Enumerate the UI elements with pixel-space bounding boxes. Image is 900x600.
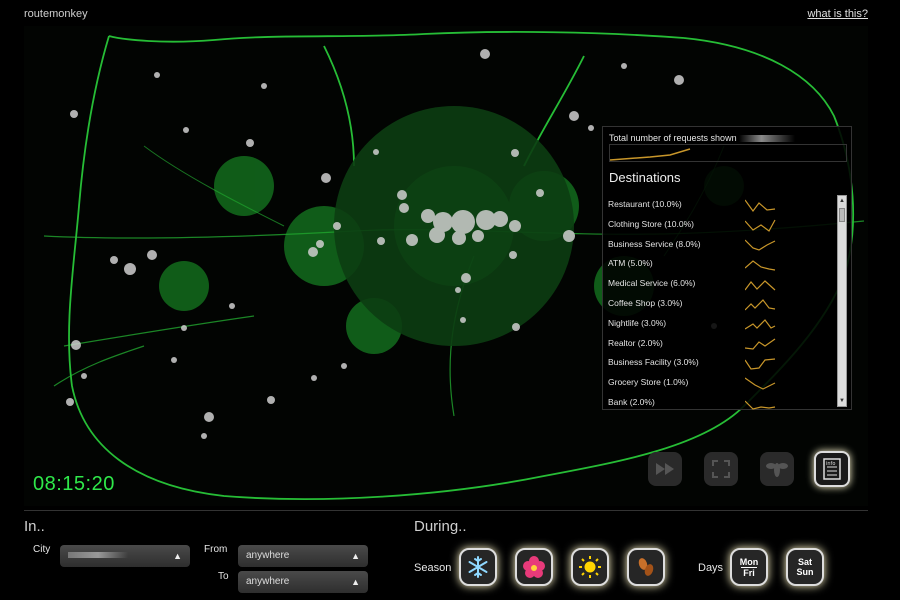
sparkline — [745, 260, 776, 271]
sparkline — [745, 280, 776, 291]
destinations-title: Destinations — [609, 170, 681, 185]
list-item[interactable]: Medical Service (6.0%) — [607, 274, 829, 294]
sparkline — [745, 358, 776, 371]
destinations-scrollbar[interactable]: ▲ ▼ — [837, 195, 847, 407]
scroll-up-icon[interactable]: ▲ — [838, 196, 846, 206]
list-item[interactable]: Business Facility (3.0%) — [607, 353, 829, 373]
bee-button[interactable] — [760, 452, 794, 486]
from-label: From — [204, 544, 228, 555]
weekend-text: Sat Sun — [796, 557, 814, 577]
list-item[interactable]: Coffee Shop (3.0%) — [607, 294, 829, 314]
city-label: City — [33, 544, 51, 555]
total-requests-value — [738, 135, 795, 143]
list-item[interactable]: Restaurant (10.0%) — [607, 195, 829, 215]
app-title: routemonkey — [24, 8, 88, 20]
spring-button[interactable] — [515, 548, 553, 586]
list-item[interactable]: ATM (5.0%) — [607, 254, 829, 274]
to-dropdown[interactable]: anywhere ▲ — [238, 571, 368, 593]
info-button[interactable]: info — [814, 451, 850, 487]
clock-display: 08:15:20 — [33, 473, 115, 495]
fast-forward-icon — [656, 463, 674, 475]
divider — [24, 510, 868, 511]
dropdown-arrow-icon: ▲ — [351, 577, 360, 587]
snowflake-icon — [468, 556, 488, 578]
stats-panel: Total number of requests shown Destinati… — [602, 126, 852, 410]
autumn-button[interactable] — [627, 548, 665, 586]
summer-button[interactable] — [571, 548, 609, 586]
sparkline — [745, 338, 776, 350]
sparkline — [745, 400, 776, 410]
sparkline — [745, 199, 776, 213]
winter-button[interactable] — [459, 548, 497, 586]
flower-icon — [523, 556, 545, 578]
dropdown-arrow-icon: ▲ — [351, 551, 360, 561]
time-section-title: During.. — [414, 518, 467, 535]
to-label: To — [218, 571, 229, 582]
total-requests-label: Total number of requests shown — [609, 133, 795, 143]
location-section-title: In.. — [24, 518, 45, 535]
list-item[interactable]: Nightlife (3.0%) — [607, 314, 829, 334]
sun-icon — [579, 556, 601, 578]
weekday-button[interactable]: Mon Fri — [730, 548, 768, 586]
fullscreen-button[interactable] — [704, 452, 738, 486]
weekend-button[interactable]: Sat Sun — [786, 548, 824, 586]
from-dropdown[interactable]: anywhere ▲ — [238, 545, 368, 567]
city-dropdown[interactable]: ▲ — [60, 545, 190, 567]
list-item[interactable]: Clothing Store (10.0%) — [607, 215, 829, 235]
sparkline — [745, 239, 776, 251]
svg-text:info: info — [826, 461, 835, 467]
dropdown-arrow-icon: ▲ — [173, 551, 182, 561]
days-label: Days — [698, 562, 724, 574]
fullscreen-icon — [712, 460, 730, 478]
sparkline — [745, 219, 776, 232]
total-requests-sparkline — [609, 144, 847, 162]
about-link[interactable]: what is this? — [807, 8, 868, 20]
list-item[interactable]: Business Service (8.0%) — [607, 235, 829, 255]
bee-icon — [766, 463, 788, 477]
sparkline — [745, 318, 776, 330]
weekday-text: Mon Fri — [739, 556, 759, 578]
sparkline — [745, 299, 776, 311]
info-icon: info — [823, 458, 841, 480]
leaves-icon — [638, 558, 654, 576]
sparkline — [745, 377, 776, 390]
list-item[interactable]: Grocery Store (1.0%) — [607, 373, 829, 393]
scroll-down-icon[interactable]: ▼ — [838, 396, 846, 406]
list-item[interactable]: Realtor (2.0%) — [607, 334, 829, 354]
scroll-thumb[interactable] — [839, 208, 845, 222]
fast-forward-button[interactable] — [648, 452, 682, 486]
season-label: Season — [414, 562, 452, 574]
city-value — [68, 552, 128, 559]
destinations-list[interactable]: Restaurant (10.0%) Clothing Store (10.0%… — [607, 195, 829, 413]
list-item[interactable]: Bank (2.0%) — [607, 393, 829, 413]
